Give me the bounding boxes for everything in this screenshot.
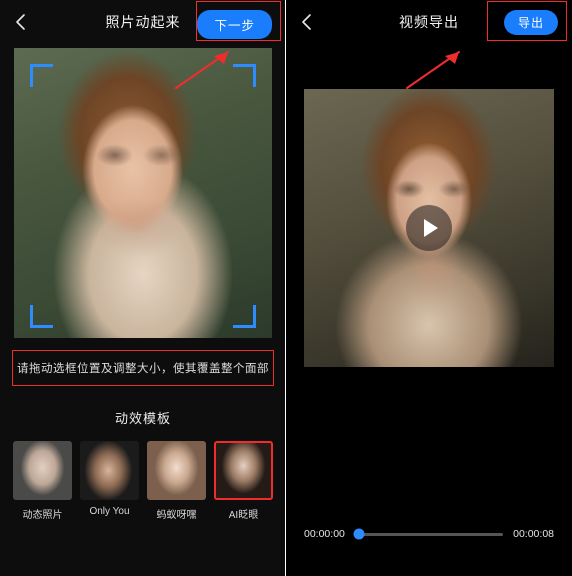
template-thumbnail[interactable] <box>13 441 72 500</box>
progress-slider[interactable] <box>353 528 504 540</box>
template-item[interactable]: Only You <box>80 441 139 521</box>
page-title: 照片动起来 <box>105 14 181 30</box>
right-header: 视频导出 导出 <box>286 0 572 44</box>
hint-box: 请拖动选框位置及调整大小，使其覆盖整个面部 <box>12 350 274 386</box>
template-thumbnail[interactable] <box>147 441 206 500</box>
template-thumbnail[interactable] <box>80 441 139 500</box>
screenshot-root: 照片动起来 下一步 请拖动选框位置及调整大小，使其覆盖整个面部 动效模板 动态照… <box>0 0 572 576</box>
templates-section-title: 动效模板 <box>114 411 171 426</box>
left-screen: 照片动起来 下一步 请拖动选框位置及调整大小，使其覆盖整个面部 动效模板 动态照… <box>0 0 286 576</box>
back-icon[interactable] <box>298 12 316 32</box>
template-label: Only You <box>89 506 130 517</box>
template-thumbnail[interactable] <box>214 441 273 500</box>
next-step-button[interactable]: 下一步 <box>197 10 272 39</box>
right-screen: 视频导出 导出 00:00:00 00:00:08 <box>286 0 572 576</box>
template-label: 动态照片 <box>22 510 63 521</box>
hint-text: 请拖动选框位置及调整大小，使其覆盖整个面部 <box>17 363 269 375</box>
total-time-label: 00:00:08 <box>513 528 554 540</box>
page-title: 视频导出 <box>399 14 459 30</box>
back-icon[interactable] <box>12 12 30 32</box>
current-time-label: 00:00:00 <box>304 528 345 540</box>
template-label: 蚂蚁呀嘿 <box>156 510 197 521</box>
play-triangle <box>424 219 438 237</box>
video-timeline: 00:00:00 00:00:08 <box>286 528 572 540</box>
photo-preview[interactable] <box>14 48 272 338</box>
template-label: AI眨眼 <box>228 510 259 521</box>
progress-knob[interactable] <box>353 528 365 540</box>
left-header: 照片动起来 下一步 <box>0 0 286 44</box>
template-item-selected[interactable]: AI眨眼 <box>214 441 273 521</box>
screen-divider <box>285 0 286 576</box>
template-item[interactable]: 动态照片 <box>13 441 72 521</box>
export-button[interactable]: 导出 <box>503 10 558 35</box>
template-list: 动态照片 Only You 蚂蚁呀嘿 AI眨眼 <box>0 441 286 521</box>
template-item[interactable]: 蚂蚁呀嘿 <box>147 441 206 521</box>
annotation-arrow-right <box>406 51 460 89</box>
play-icon[interactable] <box>406 205 452 251</box>
source-photo <box>14 48 272 338</box>
video-preview[interactable] <box>304 89 554 367</box>
